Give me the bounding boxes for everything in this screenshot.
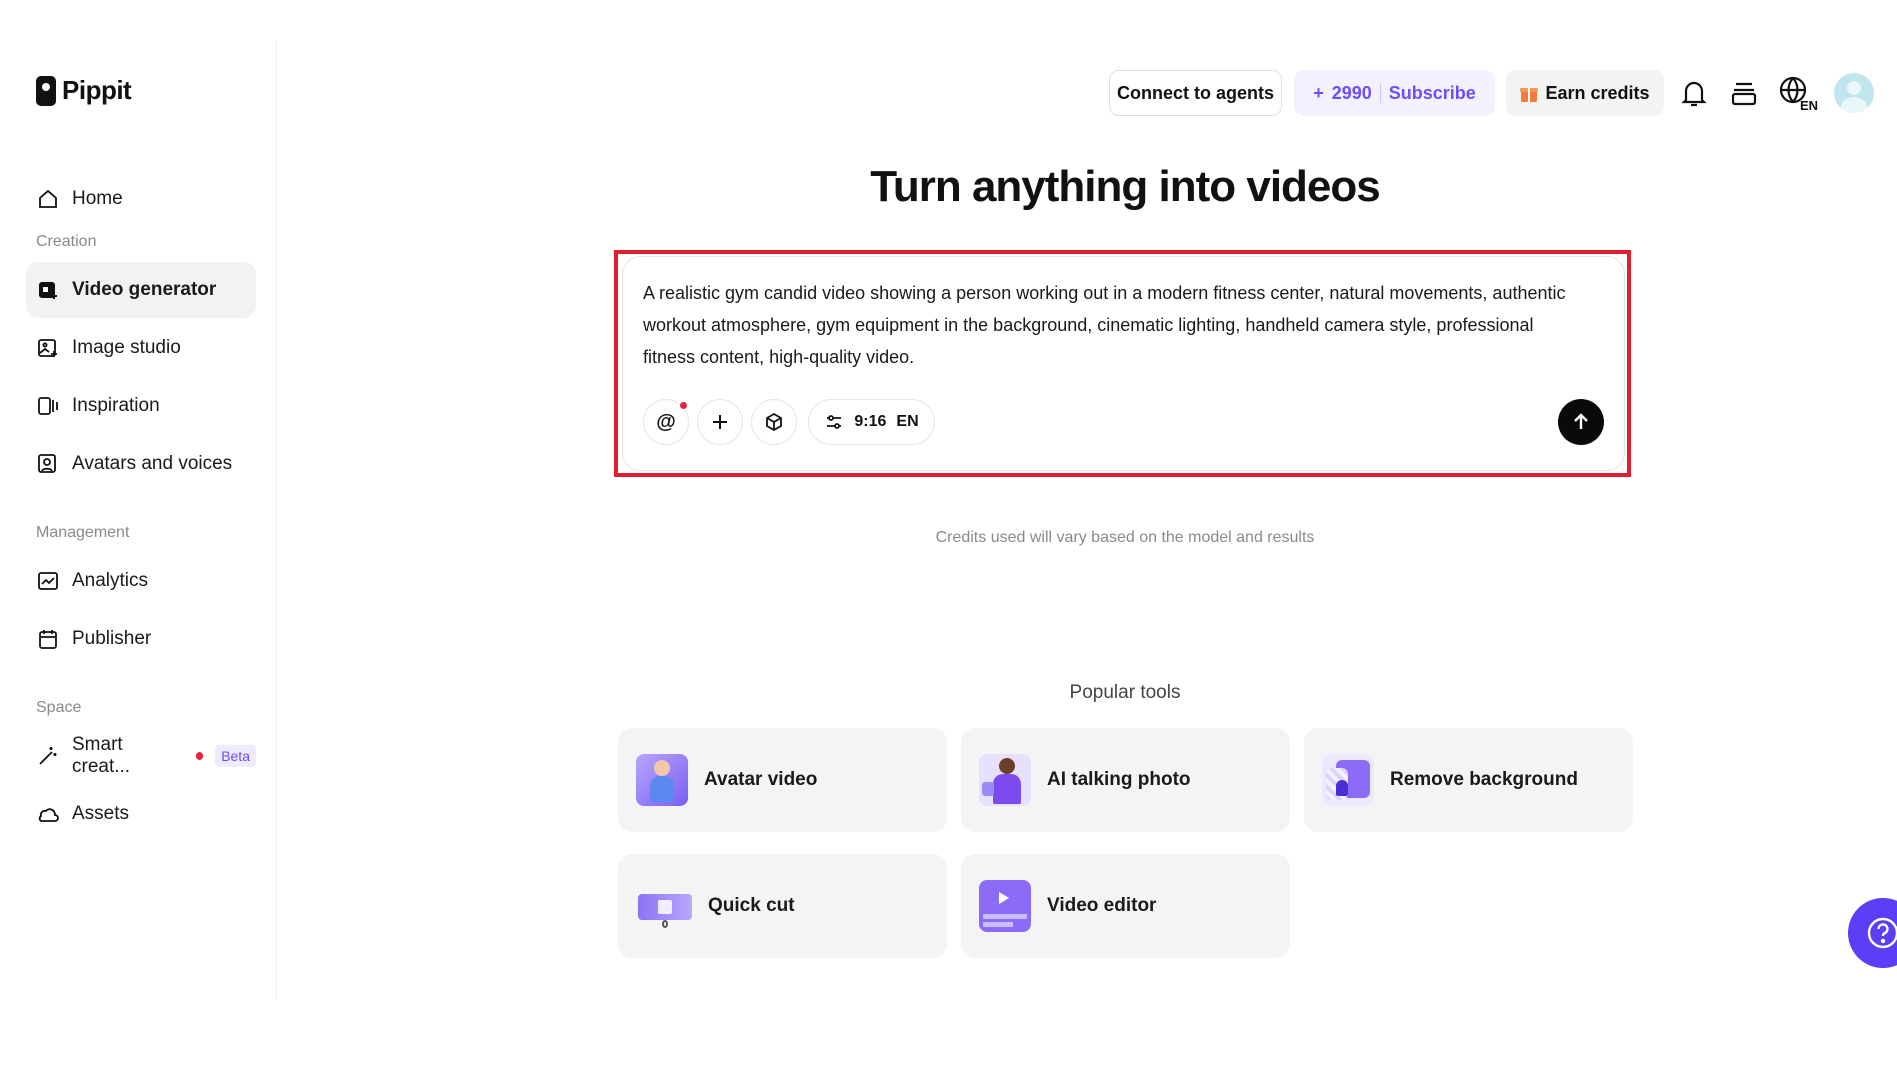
magic-wand-icon (39, 747, 57, 765)
credits-count: 2990 (1331, 82, 1372, 103)
avatar-video-thumbnail-icon (636, 754, 688, 806)
sidebar-item-assets[interactable]: Assets (26, 786, 256, 842)
tool-card-remove-background[interactable]: Remove background (1304, 728, 1633, 832)
sidebar-item-analytics[interactable]: Analytics (26, 553, 256, 609)
divider (1379, 83, 1381, 103)
video-settings-button[interactable]: 9:16 EN (808, 399, 935, 445)
talking-photo-thumbnail-icon (979, 754, 1031, 806)
tool-card-avatar-video[interactable]: Avatar video (618, 728, 947, 832)
cloud-icon (38, 808, 59, 822)
earn-credits-label: Earn credits (1545, 82, 1650, 103)
calendar-icon (39, 630, 57, 649)
tool-card-label: Video editor (1047, 895, 1157, 916)
tool-card-quick-cut[interactable]: Quick cut (618, 854, 947, 958)
sidebar-item-video-generator[interactable]: Video generator (26, 262, 256, 318)
question-icon (1867, 917, 1897, 949)
sidebar-item-label: Assets (72, 803, 130, 824)
notifications-button[interactable] (1677, 76, 1711, 110)
sparkle-icon: + (1313, 82, 1324, 103)
tool-card-video-editor[interactable]: Video editor (961, 854, 1290, 958)
user-avatar[interactable] (1834, 73, 1874, 113)
add-attachment-button[interactable] (697, 399, 743, 445)
image-studio-icon (38, 339, 57, 357)
sidebar-item-label: Image studio (72, 337, 181, 358)
analytics-icon (38, 572, 58, 590)
video-generator-icon (39, 282, 57, 299)
video-editor-thumbnail-icon (979, 880, 1031, 932)
arrow-up-icon (1574, 413, 1588, 429)
new-indicator-dot (195, 752, 204, 760)
gift-icon (1520, 88, 1539, 102)
bell-icon (1681, 81, 1707, 107)
sidebar-item-label: Video generator (72, 279, 217, 300)
brand-logo[interactable]: Pippit (36, 75, 132, 106)
tool-card-label: Remove background (1390, 769, 1578, 790)
sidebar-item-label: Avatars and voices (72, 453, 233, 474)
avatar-voice-icon (38, 454, 56, 473)
plus-icon (713, 415, 727, 429)
credits-subscribe-button[interactable]: + 2990 Subscribe (1294, 70, 1495, 116)
language-code: EN (1800, 98, 1818, 112)
tool-card-label: AI talking photo (1047, 769, 1191, 790)
pippit-logo-icon (36, 75, 56, 106)
sidebar-item-label: Inspiration (72, 395, 160, 416)
help-button[interactable] (1848, 898, 1897, 968)
new-indicator-dot (680, 402, 687, 409)
page-title: Turn anything into videos (870, 162, 1381, 211)
sidebar-item-label: Publisher (72, 628, 152, 649)
sidebar-item-label: Smart creat... (72, 734, 131, 777)
language-selector[interactable]: EN (1777, 76, 1821, 112)
stack-icon (1731, 82, 1757, 106)
inspiration-icon (38, 397, 58, 415)
history-button[interactable] (1727, 76, 1761, 110)
tool-card-ai-talking-photo[interactable]: AI talking photo (961, 728, 1290, 832)
aspect-ratio-value: 9:16 (854, 413, 887, 430)
cube-icon (766, 412, 782, 432)
subscribe-link[interactable]: Subscribe (1389, 83, 1476, 104)
tool-card-label: Quick cut (708, 895, 795, 916)
prompt-input[interactable]: A realistic gym candid video showing a p… (643, 277, 1583, 373)
credits-note: Credits used will vary based on the mode… (935, 529, 1315, 546)
sliders-icon (827, 415, 842, 429)
sidebar-item-inspiration[interactable]: Inspiration (26, 378, 256, 434)
mention-button[interactable]: @ (643, 399, 689, 445)
sidebar-item-label: Analytics (72, 570, 149, 591)
remove-background-thumbnail-icon (1322, 754, 1374, 806)
send-button[interactable] (1558, 399, 1604, 445)
sidebar-item-avatars-voices[interactable]: Avatars and voices (26, 436, 256, 492)
section-label-creation: Creation (36, 233, 97, 250)
tool-card-label: Avatar video (704, 769, 818, 790)
globe-icon: EN (1779, 76, 1818, 112)
language-value: EN (896, 413, 919, 430)
sidebar-item-smart-creation[interactable]: Smart creat... Beta (26, 728, 256, 784)
prompt-box: A realistic gym candid video showing a p… (622, 256, 1625, 471)
popular-tools-heading: Popular tools (1069, 682, 1181, 703)
sidebar-item-publisher[interactable]: Publisher (26, 611, 256, 667)
at-icon: @ (656, 410, 676, 433)
model-select-button[interactable] (751, 399, 797, 445)
quick-cut-thumbnail-icon (636, 880, 692, 932)
earn-credits-button[interactable]: Earn credits (1506, 70, 1664, 116)
brand-name: Pippit (62, 75, 132, 105)
connect-to-agents-button[interactable]: Connect to agents (1109, 70, 1282, 116)
beta-badge: Beta (215, 745, 256, 767)
sidebar-item-image-studio[interactable]: Image studio (26, 320, 256, 376)
